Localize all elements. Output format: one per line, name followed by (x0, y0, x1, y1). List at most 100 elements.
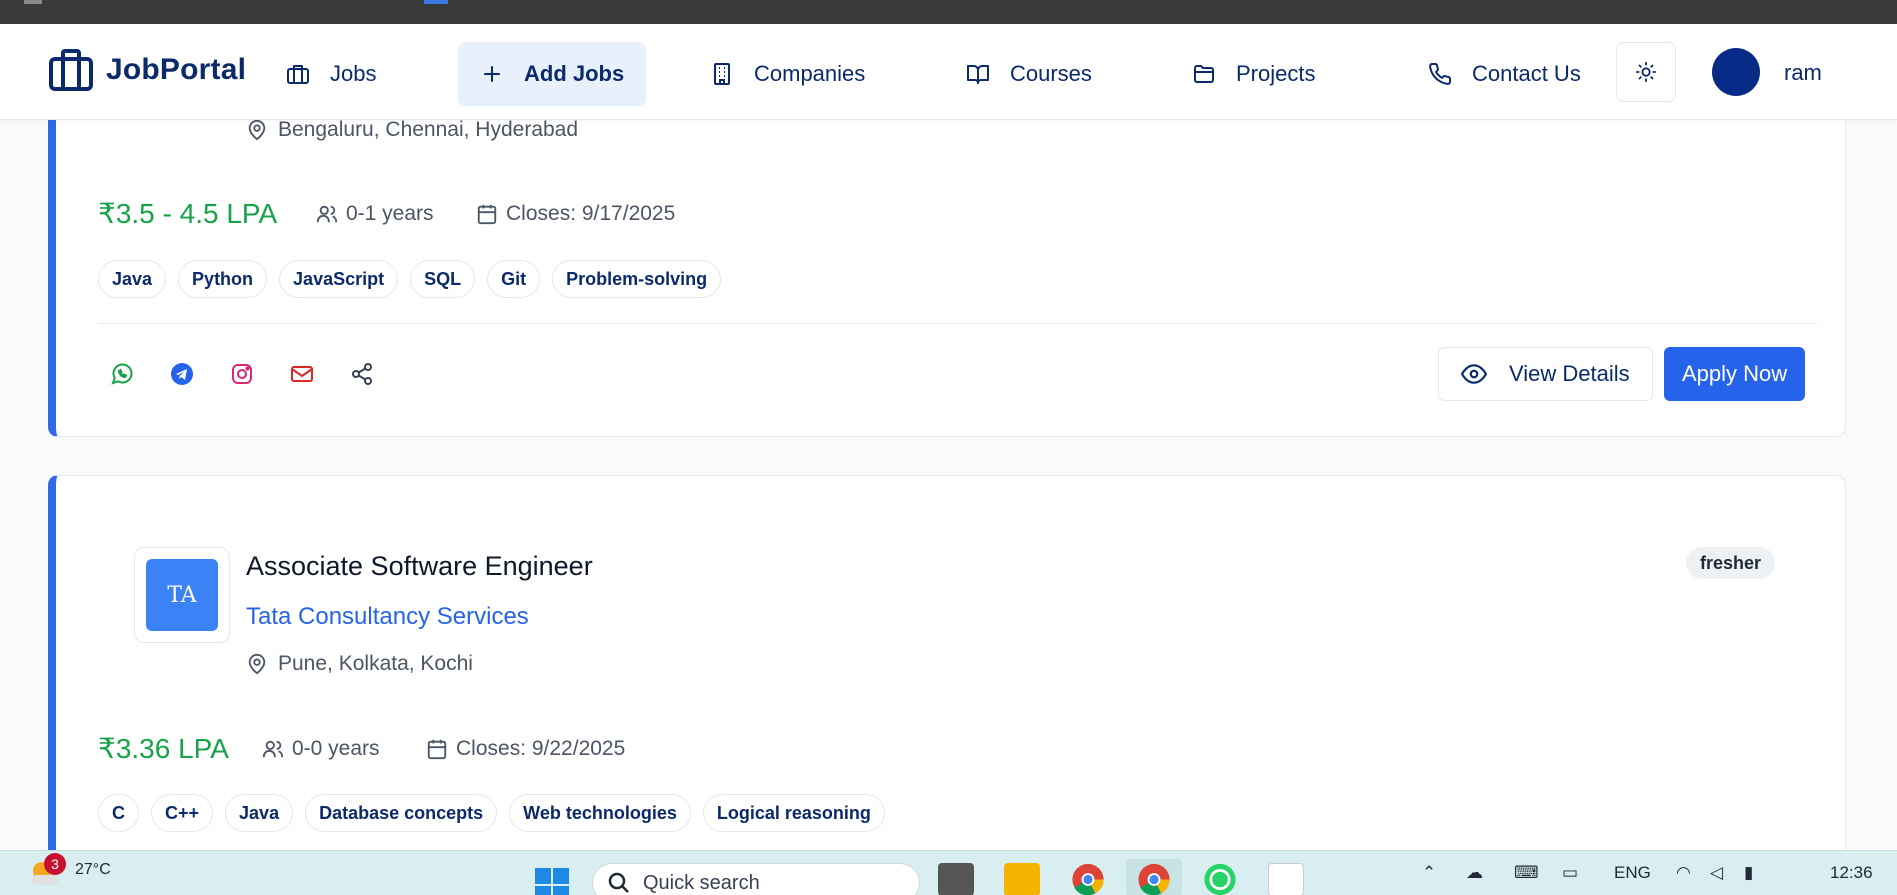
tab-fragment[interactable] (24, 0, 42, 4)
notification-badge: 3 (44, 853, 66, 875)
whatsapp-app-icon[interactable] (1202, 863, 1238, 895)
job-location-text: Bengaluru, Chennai, Hyderabad (278, 118, 579, 141)
skill-tag: Logical reasoning (702, 794, 885, 832)
nav-jobs-label: Jobs (330, 61, 377, 86)
calendar-icon (477, 204, 497, 225)
book-open-icon (967, 65, 989, 84)
nav-companies-label: Companies (754, 61, 866, 86)
whatsapp-share-button[interactable] (109, 361, 135, 387)
company-logo: TA (134, 547, 230, 643)
users-icon (262, 740, 284, 758)
phone-icon (1429, 62, 1452, 85)
job-salary: ₹3.36 LPA (98, 733, 229, 764)
skill-tag: Web technologies (509, 794, 691, 832)
nav-jobs[interactable]: Jobs (264, 42, 398, 106)
nav-contact-us[interactable]: Contact Us (1406, 42, 1603, 106)
windows-start-icon[interactable] (534, 867, 570, 895)
instagram-icon (232, 364, 252, 384)
temperature-text: 27°C (75, 861, 111, 878)
job-closing-date-text: Closes: 9/22/2025 (456, 737, 626, 760)
taskbar-search[interactable]: Quick search (592, 863, 920, 895)
volume-icon[interactable]: ◁ (1710, 863, 1723, 883)
chrome-icon[interactable] (1136, 863, 1172, 895)
job-experience-text: 0-0 years (292, 737, 380, 760)
job-experience: 0-1 years (316, 202, 434, 226)
job-location: Bengaluru, Chennai, Hyderabad (246, 118, 578, 142)
apply-now-button[interactable]: Apply Now (1664, 347, 1806, 401)
whatsapp-icon (111, 363, 133, 385)
company-name[interactable]: Tata Consultancy Services (246, 603, 529, 631)
skill-tag: Database concepts (305, 794, 498, 832)
nav-add-jobs-label: Add Jobs (524, 61, 625, 86)
calendar-icon (427, 739, 447, 760)
tab-fragment[interactable] (424, 0, 448, 4)
task-view-icon[interactable] (938, 863, 974, 895)
wifi-icon[interactable]: ◠ (1676, 863, 1691, 883)
briefcase-logo-icon (49, 49, 93, 91)
onedrive-icon[interactable]: ☁ (1466, 863, 1483, 883)
skill-tag: SQL (410, 260, 476, 298)
nav-courses-label: Courses (1010, 61, 1092, 86)
skill-tag: C (98, 794, 139, 832)
nav-courses[interactable]: Courses (944, 42, 1114, 106)
clock-time[interactable]: 12:36 (1830, 863, 1873, 883)
user-avatar[interactable] (1712, 48, 1760, 96)
users-icon (316, 205, 338, 223)
job-title[interactable]: Associate Software Engineer (246, 551, 593, 582)
user-name[interactable]: ram (1784, 60, 1822, 86)
job-closing-date: Closes: 9/22/2025 (426, 737, 625, 761)
nav-contact-us-label: Contact Us (1472, 61, 1581, 86)
show-hidden-icons-chevron[interactable]: ⌃ (1422, 863, 1436, 883)
os-taskbar: 3 27°C Quick search ⌃ ☁ ⌨ ▭ ENG ◠ ◁ ▮ 12… (0, 850, 1897, 895)
top-navbar: JobPortal Jobs Add Jobs Companies Course… (0, 24, 1897, 120)
job-card: TA Associate Software Engineer Tata Cons… (48, 475, 1846, 895)
nav-companies[interactable]: Companies (688, 42, 887, 106)
skills-list: Java Python JavaScript SQL Git Problem-s… (98, 260, 722, 298)
battery-icon[interactable]: ▮ (1744, 863, 1753, 883)
share-button[interactable] (349, 361, 375, 387)
telegram-share-button[interactable] (169, 361, 195, 387)
experience-level-badge: fresher (1686, 547, 1776, 579)
folder-icon (1194, 65, 1214, 83)
share-icon (352, 363, 372, 385)
brand-logo[interactable]: JobPortal (48, 48, 246, 92)
view-details-button[interactable]: View Details (1438, 347, 1653, 401)
job-experience-text: 0-1 years (346, 202, 434, 225)
briefcase-icon (287, 65, 309, 84)
nxtwave-app-icon[interactable] (1268, 863, 1304, 895)
tablet-mode-icon[interactable]: ▭ (1562, 863, 1578, 883)
language-indicator[interactable]: ENG (1614, 863, 1651, 883)
instagram-share-button[interactable] (229, 361, 255, 387)
telegram-icon (171, 363, 193, 385)
share-buttons (109, 361, 375, 387)
sun-icon (1635, 61, 1657, 83)
company-logo-initials: TA (146, 559, 218, 631)
search-icon (608, 872, 629, 893)
skill-tag: Git (487, 260, 541, 298)
keyboard-icon[interactable]: ⌨ (1514, 863, 1539, 883)
skill-tag: Java (225, 794, 294, 832)
nav-projects-label: Projects (1236, 61, 1316, 86)
building-icon (714, 63, 730, 85)
job-closing-date: Closes: 9/17/2025 (476, 202, 675, 226)
skill-tag: JavaScript (279, 260, 399, 298)
browser-tab-strip (0, 0, 1897, 24)
map-pin-icon (248, 119, 266, 141)
nav-projects[interactable]: Projects (1170, 42, 1337, 106)
eye-icon (1461, 364, 1487, 384)
skill-tag: Python (178, 260, 268, 298)
job-experience: 0-0 years (262, 737, 380, 761)
job-location: Pune, Kolkata, Kochi (246, 652, 473, 676)
card-divider (98, 323, 1818, 324)
chrome-icon[interactable] (1070, 863, 1106, 895)
skill-tag: Problem-solving (552, 260, 722, 298)
plus-icon (484, 66, 500, 82)
skill-tag: C++ (151, 794, 214, 832)
nav-add-jobs[interactable]: Add Jobs (458, 42, 647, 106)
job-location-text: Pune, Kolkata, Kochi (278, 652, 473, 675)
theme-toggle-button[interactable] (1616, 42, 1676, 102)
email-share-button[interactable] (289, 361, 315, 387)
view-details-label: View Details (1509, 361, 1630, 386)
skill-tag: Java (98, 260, 167, 298)
file-explorer-icon[interactable] (1004, 863, 1040, 895)
